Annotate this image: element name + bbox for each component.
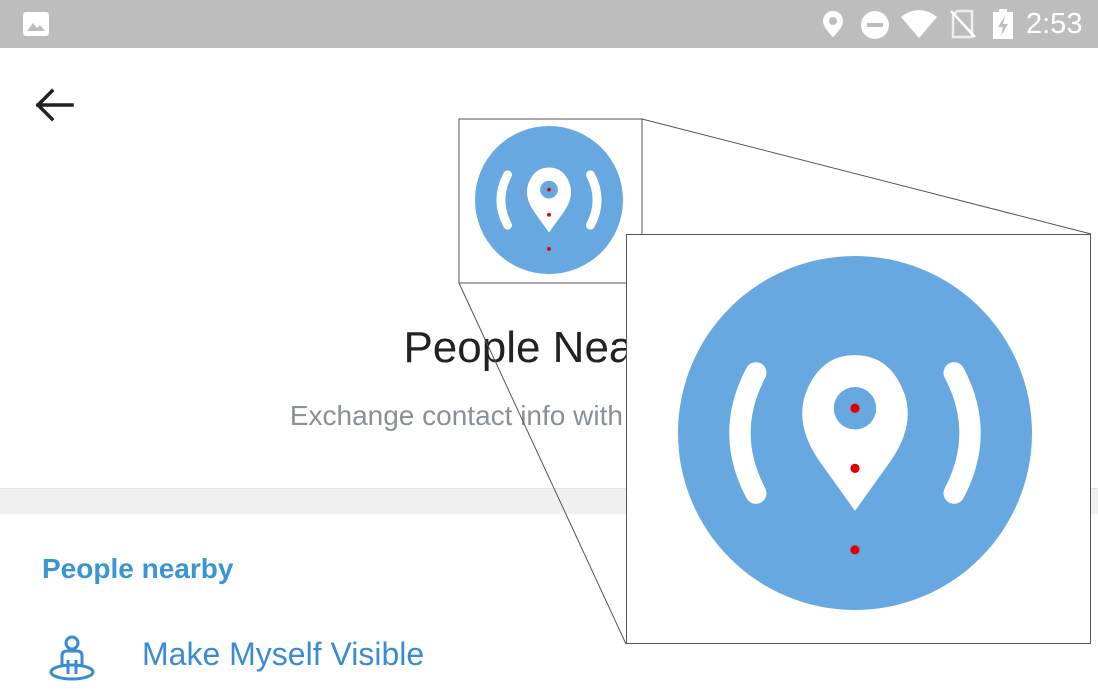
no-sim-icon [950,9,976,39]
gallery-icon [23,12,49,36]
location-icon [823,11,843,37]
make-visible-icon [49,635,95,681]
people-nearby-zoomed-icon [678,256,1032,610]
status-bar: 2:53 [0,0,1098,48]
arrow-left-icon [35,88,74,122]
magnifier-lens [626,234,1091,644]
back-button[interactable] [30,82,80,128]
wifi-icon [901,10,937,38]
status-time: 2:53 [1026,8,1083,40]
people-nearby-icon [475,126,623,274]
section-header: People nearby [42,553,234,584]
do-not-disturb-icon [861,11,889,39]
battery-charging-icon [993,9,1013,39]
